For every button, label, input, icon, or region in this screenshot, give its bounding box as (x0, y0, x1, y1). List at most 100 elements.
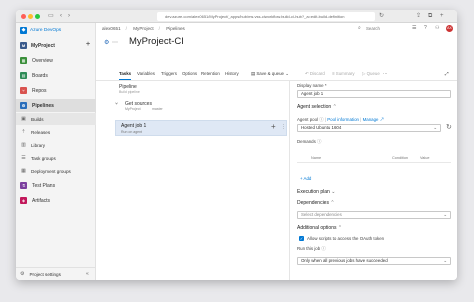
tab-variables[interactable]: Variables (137, 70, 155, 80)
oauth-label: Allow scripts to access the OAuth token (307, 236, 385, 241)
sidebar-item-pipelines[interactable]: ⚙ Pipelines (16, 99, 96, 112)
save-queue-label: Save & queue (256, 71, 284, 76)
add-demand-button[interactable]: + Add (300, 176, 311, 181)
sidebar-item-deployment-groups[interactable]: ▦ Deployment groups (16, 165, 96, 177)
tab-tasks[interactable]: Tasks (119, 70, 132, 80)
discard-label: Discard (309, 71, 325, 76)
column-condition: Condition (392, 156, 409, 160)
avatar[interactable]: AX (446, 25, 453, 32)
pipeline-subtitle: Build pipeline (119, 90, 140, 94)
dependencies-header[interactable]: Dependencies ⌃ (297, 200, 335, 206)
tab-bar: Tasks Variables Triggers Options Retenti… (103, 70, 453, 80)
agent-job-card[interactable]: Agent job 1 Run on agent + ⋮ (115, 120, 287, 136)
chevron-down-icon: ⌄ (443, 212, 447, 217)
more-options-icon[interactable]: ⋯ (383, 70, 387, 78)
dependencies-select[interactable]: Select dependencies ⌄ (297, 211, 451, 219)
org-header[interactable]: ◆ Azure DevOps (16, 23, 96, 37)
more-icon[interactable]: ⋯ (112, 39, 118, 46)
run-job-select[interactable]: Only when all previous jobs have succeed… (297, 257, 451, 265)
sidebar-item-label: Boards (32, 72, 48, 79)
repo-name: MyProject (125, 107, 141, 111)
agent-selection-label: Agent selection (297, 104, 332, 110)
agent-pool-select[interactable]: Hosted Ubuntu 1604 ⌄ (297, 124, 441, 132)
chevron-down-icon: ⌄ (331, 189, 336, 195)
manage-link[interactable]: Manage (363, 117, 379, 122)
forward-icon[interactable]: › (68, 12, 70, 21)
browser-window: ▭ ‹ › dev.azure.com/alex0651/MyProject/_… (16, 10, 457, 280)
refresh-icon[interactable]: ↻ (446, 123, 452, 131)
tab-options[interactable]: Options (182, 70, 197, 80)
tab-triggers[interactable]: Triggers (161, 70, 177, 80)
display-name-label: Display name * (297, 83, 327, 88)
sidebar-item-repos[interactable]: ⑂ Repos (16, 84, 96, 97)
tabs-icon[interactable]: ⧉ (428, 12, 432, 21)
save-queue-button[interactable]: ▤ Save & queue ⌄ (251, 70, 289, 78)
tab-history[interactable]: History (225, 70, 239, 80)
help-icon[interactable]: ? (424, 25, 427, 31)
sidebar-item-overview[interactable]: ▦ Overview (16, 54, 96, 67)
sidebar-item-releases[interactable]: ⇡ Releases (16, 126, 96, 138)
execution-plan-label: Execution plan (297, 189, 330, 195)
agent-pool-label: Agent pool ⓘ | Pool information | Manage… (297, 117, 385, 122)
execution-plan-header[interactable]: Execution plan ⌄ (297, 189, 335, 195)
queue-button[interactable]: ▷ Queue (362, 70, 380, 78)
azure-devops-logo-icon: ◆ (20, 26, 27, 34)
project-settings[interactable]: ⚙ Project settings « (16, 267, 96, 280)
maximize-window-button[interactable] (35, 14, 40, 19)
agent-job-subtitle: Run on agent (121, 130, 143, 134)
tab-retention[interactable]: Retention (201, 70, 220, 80)
new-tab-icon[interactable]: + (440, 12, 444, 21)
breadcrumb-org[interactable]: alex0651 (102, 26, 121, 31)
sidebar-toggle-icon[interactable]: ▭ (48, 12, 54, 21)
info-icon: ⓘ (321, 246, 326, 251)
column-name: Name (311, 156, 322, 160)
oauth-checkbox[interactable]: ✓ (299, 236, 304, 241)
add-task-icon[interactable]: + (271, 122, 276, 132)
chevron-up-icon: ⌃ (332, 104, 337, 110)
sidebar-item-artifacts[interactable]: ◈ Artifacts (16, 194, 96, 207)
dependencies-label: Dependencies (297, 200, 329, 206)
additional-options-header[interactable]: Additional options ⌃ (297, 225, 342, 231)
breadcrumb-project[interactable]: MyProject (133, 26, 153, 31)
summary-button[interactable]: ≡ Summary (332, 70, 355, 78)
close-window-button[interactable] (21, 14, 26, 19)
breadcrumb-pipelines[interactable]: Pipelines (166, 26, 185, 31)
sidebar-item-boards[interactable]: ▤ Boards (16, 69, 96, 82)
run-job-text: Run this job (297, 246, 321, 251)
main-content: alex0651/ MyProject / Pipelines ⌕ Search … (96, 23, 457, 280)
sidebar-item-builds[interactable]: ▣ Builds (16, 113, 96, 125)
search-icon[interactable]: ⌕ (358, 25, 361, 31)
sidebar: ◆ Azure DevOps M MyProject + ▦ Overview … (16, 23, 96, 280)
chevron-down-icon: ⌄ (443, 258, 447, 263)
add-icon[interactable]: + (86, 41, 90, 48)
sidebar-item-library[interactable]: ▥ Library (16, 139, 96, 151)
deployment-groups-icon: ▦ (21, 167, 26, 174)
search-input[interactable]: Search (366, 26, 380, 31)
collapse-icon[interactable]: « (86, 271, 89, 277)
test-plans-icon: ⚗ (20, 182, 27, 189)
user-settings-icon[interactable]: ⚇ (435, 25, 439, 31)
sidebar-item-label: Deployment groups (31, 168, 71, 174)
queue-label: Queue (366, 71, 380, 76)
sidebar-item-task-groups[interactable]: ☰ Task groups (16, 152, 96, 164)
more-icon[interactable]: ⋮ (281, 124, 286, 130)
back-icon[interactable]: ‹ (60, 12, 62, 21)
minimize-window-button[interactable] (28, 14, 33, 19)
share-icon[interactable]: ⇪ (416, 12, 421, 21)
builds-icon: ▣ (21, 115, 26, 122)
display-name-input[interactable]: Agent job 1 (297, 90, 451, 98)
reload-icon[interactable]: ↻ (379, 12, 384, 21)
expand-icon[interactable]: ⤢ (445, 70, 449, 78)
pool-information-link[interactable]: Pool information (327, 117, 359, 122)
dependencies-placeholder: Select dependencies (301, 212, 342, 217)
menu-icon[interactable]: ☰ (412, 25, 416, 31)
branch-name: master (152, 107, 163, 111)
agent-job-title: Agent job 1 (121, 123, 147, 129)
project-selector[interactable]: M MyProject + (16, 39, 96, 52)
run-job-value: Only when all previous jobs have succeed… (301, 258, 388, 263)
agent-selection-header[interactable]: Agent selection ⌃ (297, 104, 337, 110)
sidebar-item-test-plans[interactable]: ⚗ Test Plans (16, 179, 96, 192)
library-icon: ▥ (21, 141, 26, 148)
discard-button[interactable]: ↶ Discard (305, 70, 325, 78)
address-bar[interactable]: dev.azure.com/alex0651/MyProject/_apps/h… (157, 12, 375, 21)
